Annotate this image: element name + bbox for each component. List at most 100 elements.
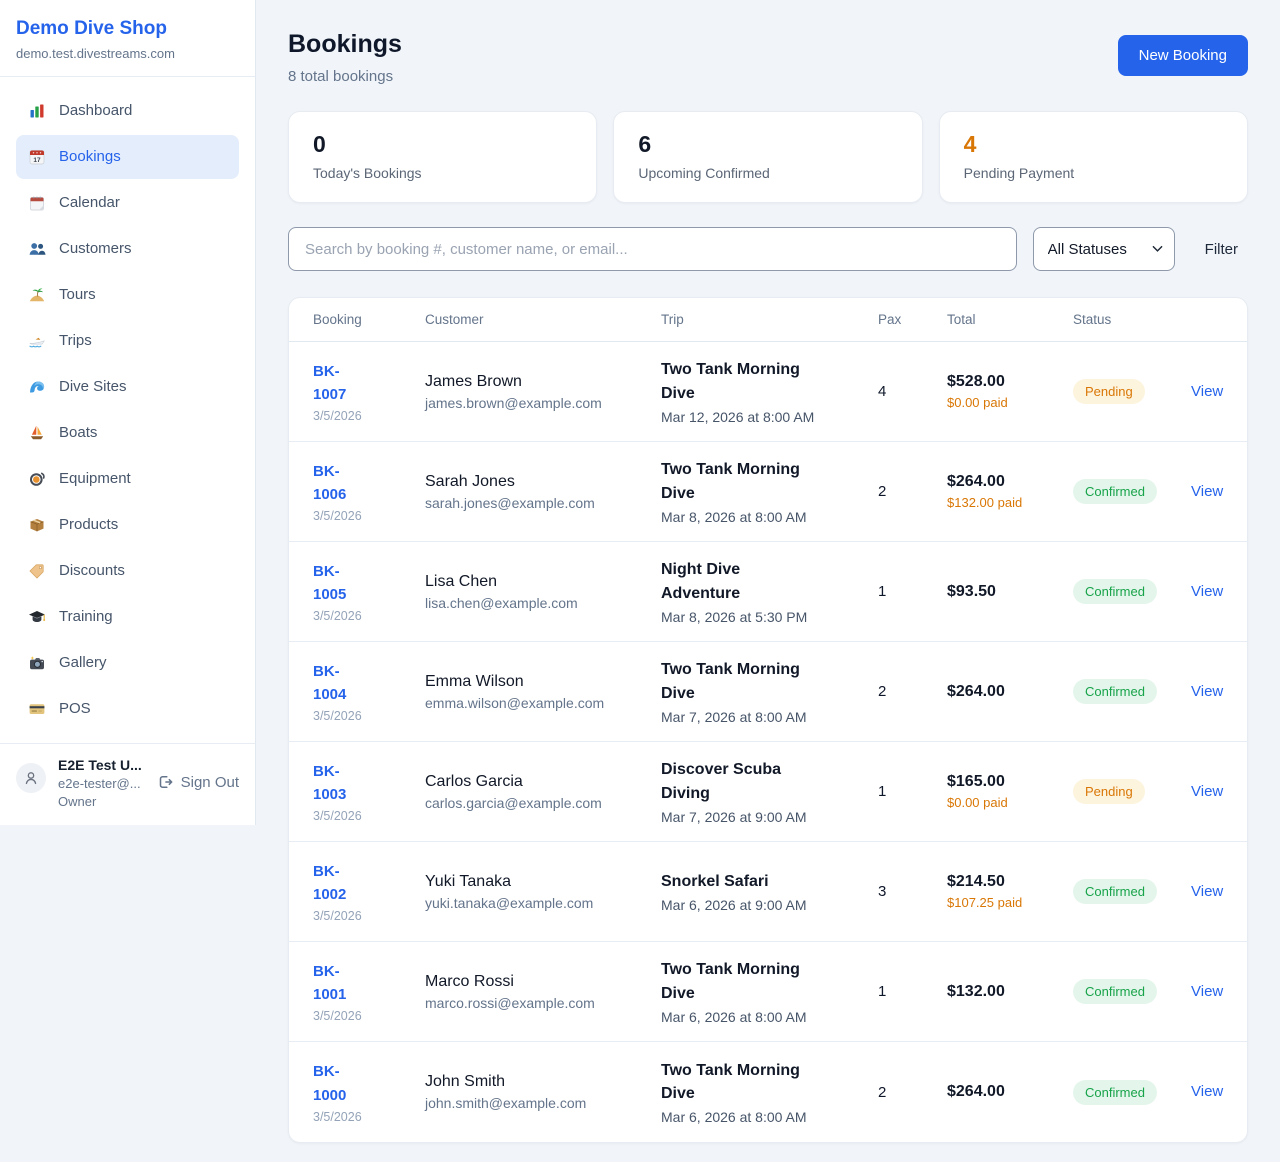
customer-name: Sarah Jones [425,473,661,491]
total-cell: $132.00 [947,983,1073,1001]
view-link[interactable]: View [1191,983,1223,1000]
sidebar-item-discounts[interactable]: Discounts [16,549,239,593]
customer-email: yuki.tanaka@example.com [425,895,661,911]
customer-cell: Yuki Tanaka yuki.tanaka@example.com [425,873,661,911]
total-amount: $93.50 [947,583,1073,601]
status-filter-wrap: All Statuses [1033,227,1175,271]
column-header-trip: Trip [661,312,878,327]
table-row: BK-1002 3/5/2026 Yuki Tanaka yuki.tanaka… [289,842,1247,942]
total-cell: $528.00 $0.00 paid [947,373,1073,410]
sidebar-item-training[interactable]: Training [16,595,239,639]
status-badge: Confirmed [1073,979,1157,1004]
graduation-cap-icon [28,608,46,626]
booking-id-link[interactable]: BK-1003 [313,760,371,807]
customer-name: James Brown [425,373,661,391]
sidebar-item-dive-sites[interactable]: Dive Sites [16,365,239,409]
trip-cell: Snorkel Safari Mar 6, 2026 at 9:00 AM [661,870,878,913]
customer-cell: Marco Rossi marco.rossi@example.com [425,973,661,1011]
booking-id-link[interactable]: BK-1002 [313,860,371,907]
total-cell: $214.50 $107.25 paid [947,873,1073,910]
sidebar-item-label: Bookings [59,145,121,169]
sidebar-item-label: Training [59,605,113,629]
new-booking-button[interactable]: New Booking [1118,35,1248,76]
status-cell: Confirmed [1073,979,1191,1004]
trip-datetime: Mar 6, 2026 at 8:00 AM [661,1009,878,1025]
sidebar-item-gallery[interactable]: Gallery [16,641,239,685]
status-cell: Confirmed [1073,1080,1191,1105]
sign-out-button[interactable]: Sign Out [156,773,239,791]
sidebar-item-products[interactable]: Products [16,503,239,547]
sidebar: Demo Dive Shop demo.test.divestreams.com… [0,0,256,825]
booking-date: 3/5/2026 [313,1110,425,1124]
person-icon [21,768,41,788]
booking-id-link[interactable]: BK-1001 [313,960,371,1007]
sidebar-header: Demo Dive Shop demo.test.divestreams.com [0,0,255,77]
search-input[interactable] [288,227,1017,271]
customer-cell: Lisa Chen lisa.chen@example.com [425,573,661,611]
booking-id-link[interactable]: BK-1005 [313,560,371,607]
bookings-table: Booking Customer Trip Pax Total Status B… [288,297,1248,1143]
status-cell: Confirmed [1073,679,1191,704]
filter-button[interactable]: Filter [1195,233,1248,266]
page-title-block: Bookings 8 total bookings [288,30,402,85]
stat-label: Today's Bookings [313,165,572,181]
sidebar-user-section: E2E Test U... e2e-tester@... Owner Sign … [0,743,255,825]
booking-id-link[interactable]: BK-1006 [313,460,371,507]
customer-email: sarah.jones@example.com [425,495,661,511]
sidebar-item-equipment[interactable]: Equipment [16,457,239,501]
view-link[interactable]: View [1191,883,1223,900]
view-link[interactable]: View [1191,383,1223,400]
trip-name: Snorkel Safari [661,870,823,893]
view-link[interactable]: View [1191,483,1223,500]
booking-cell: BK-1005 3/5/2026 [313,560,425,624]
status-badge: Confirmed [1073,579,1157,604]
view-link[interactable]: View [1191,683,1223,700]
booking-id-link[interactable]: BK-1004 [313,660,371,707]
speedboat-icon [28,332,46,350]
booking-id-link[interactable]: BK-1000 [313,1060,371,1107]
status-cell: Confirmed [1073,479,1191,504]
trip-name: Two Tank Morning Dive [661,458,823,504]
pax-cell: 4 [878,383,947,400]
booking-cell: BK-1000 3/5/2026 [313,1060,425,1124]
sidebar-item-customers[interactable]: Customers [16,227,239,271]
view-link[interactable]: View [1191,783,1223,800]
stat-value: 0 [313,131,572,158]
water-wave-icon [28,378,46,396]
view-link[interactable]: View [1191,583,1223,600]
sidebar-item-pos[interactable]: POS [16,687,239,731]
pax-cell: 1 [878,783,947,800]
view-link[interactable]: View [1191,1083,1223,1100]
trip-datetime: Mar 6, 2026 at 8:00 AM [661,1109,878,1125]
sidebar-item-calendar[interactable]: Calendar [16,181,239,225]
total-amount: $165.00 [947,773,1073,791]
table-row: BK-1004 3/5/2026 Emma Wilson emma.wilson… [289,642,1247,742]
trip-cell: Discover Scuba Diving Mar 7, 2026 at 9:0… [661,758,878,824]
table-row: BK-1005 3/5/2026 Lisa Chen lisa.chen@exa… [289,542,1247,642]
sidebar-item-dashboard[interactable]: Dashboard [16,89,239,133]
spiral-calendar-icon [28,194,46,212]
user-email: e2e-tester@... [58,776,144,791]
status-filter-select[interactable]: All Statuses [1033,227,1175,271]
pax-cell: 3 [878,883,947,900]
total-bookings-count: 8 total bookings [288,68,402,85]
booking-id-link[interactable]: BK-1007 [313,360,371,407]
sidebar-item-label: POS [59,697,91,721]
sign-out-icon [156,773,174,791]
sidebar-item-label: Calendar [59,191,120,215]
bar-chart-icon [28,102,46,120]
shop-name: Demo Dive Shop [16,18,239,40]
sidebar-item-bookings[interactable]: 17 Bookings [16,135,239,179]
column-header-customer: Customer [425,312,661,327]
column-header-status: Status [1073,312,1191,327]
booking-date: 3/5/2026 [313,1009,425,1023]
sidebar-item-boats[interactable]: Boats [16,411,239,455]
view-cell: View [1191,383,1223,401]
status-badge: Confirmed [1073,679,1157,704]
sidebar-item-trips[interactable]: Trips [16,319,239,363]
trip-cell: Two Tank Morning Dive Mar 7, 2026 at 8:0… [661,658,878,724]
booking-cell: BK-1001 3/5/2026 [313,960,425,1024]
sidebar-item-tours[interactable]: Tours [16,273,239,317]
user-name: E2E Test U... [58,757,144,773]
shop-domain: demo.test.divestreams.com [16,46,239,61]
